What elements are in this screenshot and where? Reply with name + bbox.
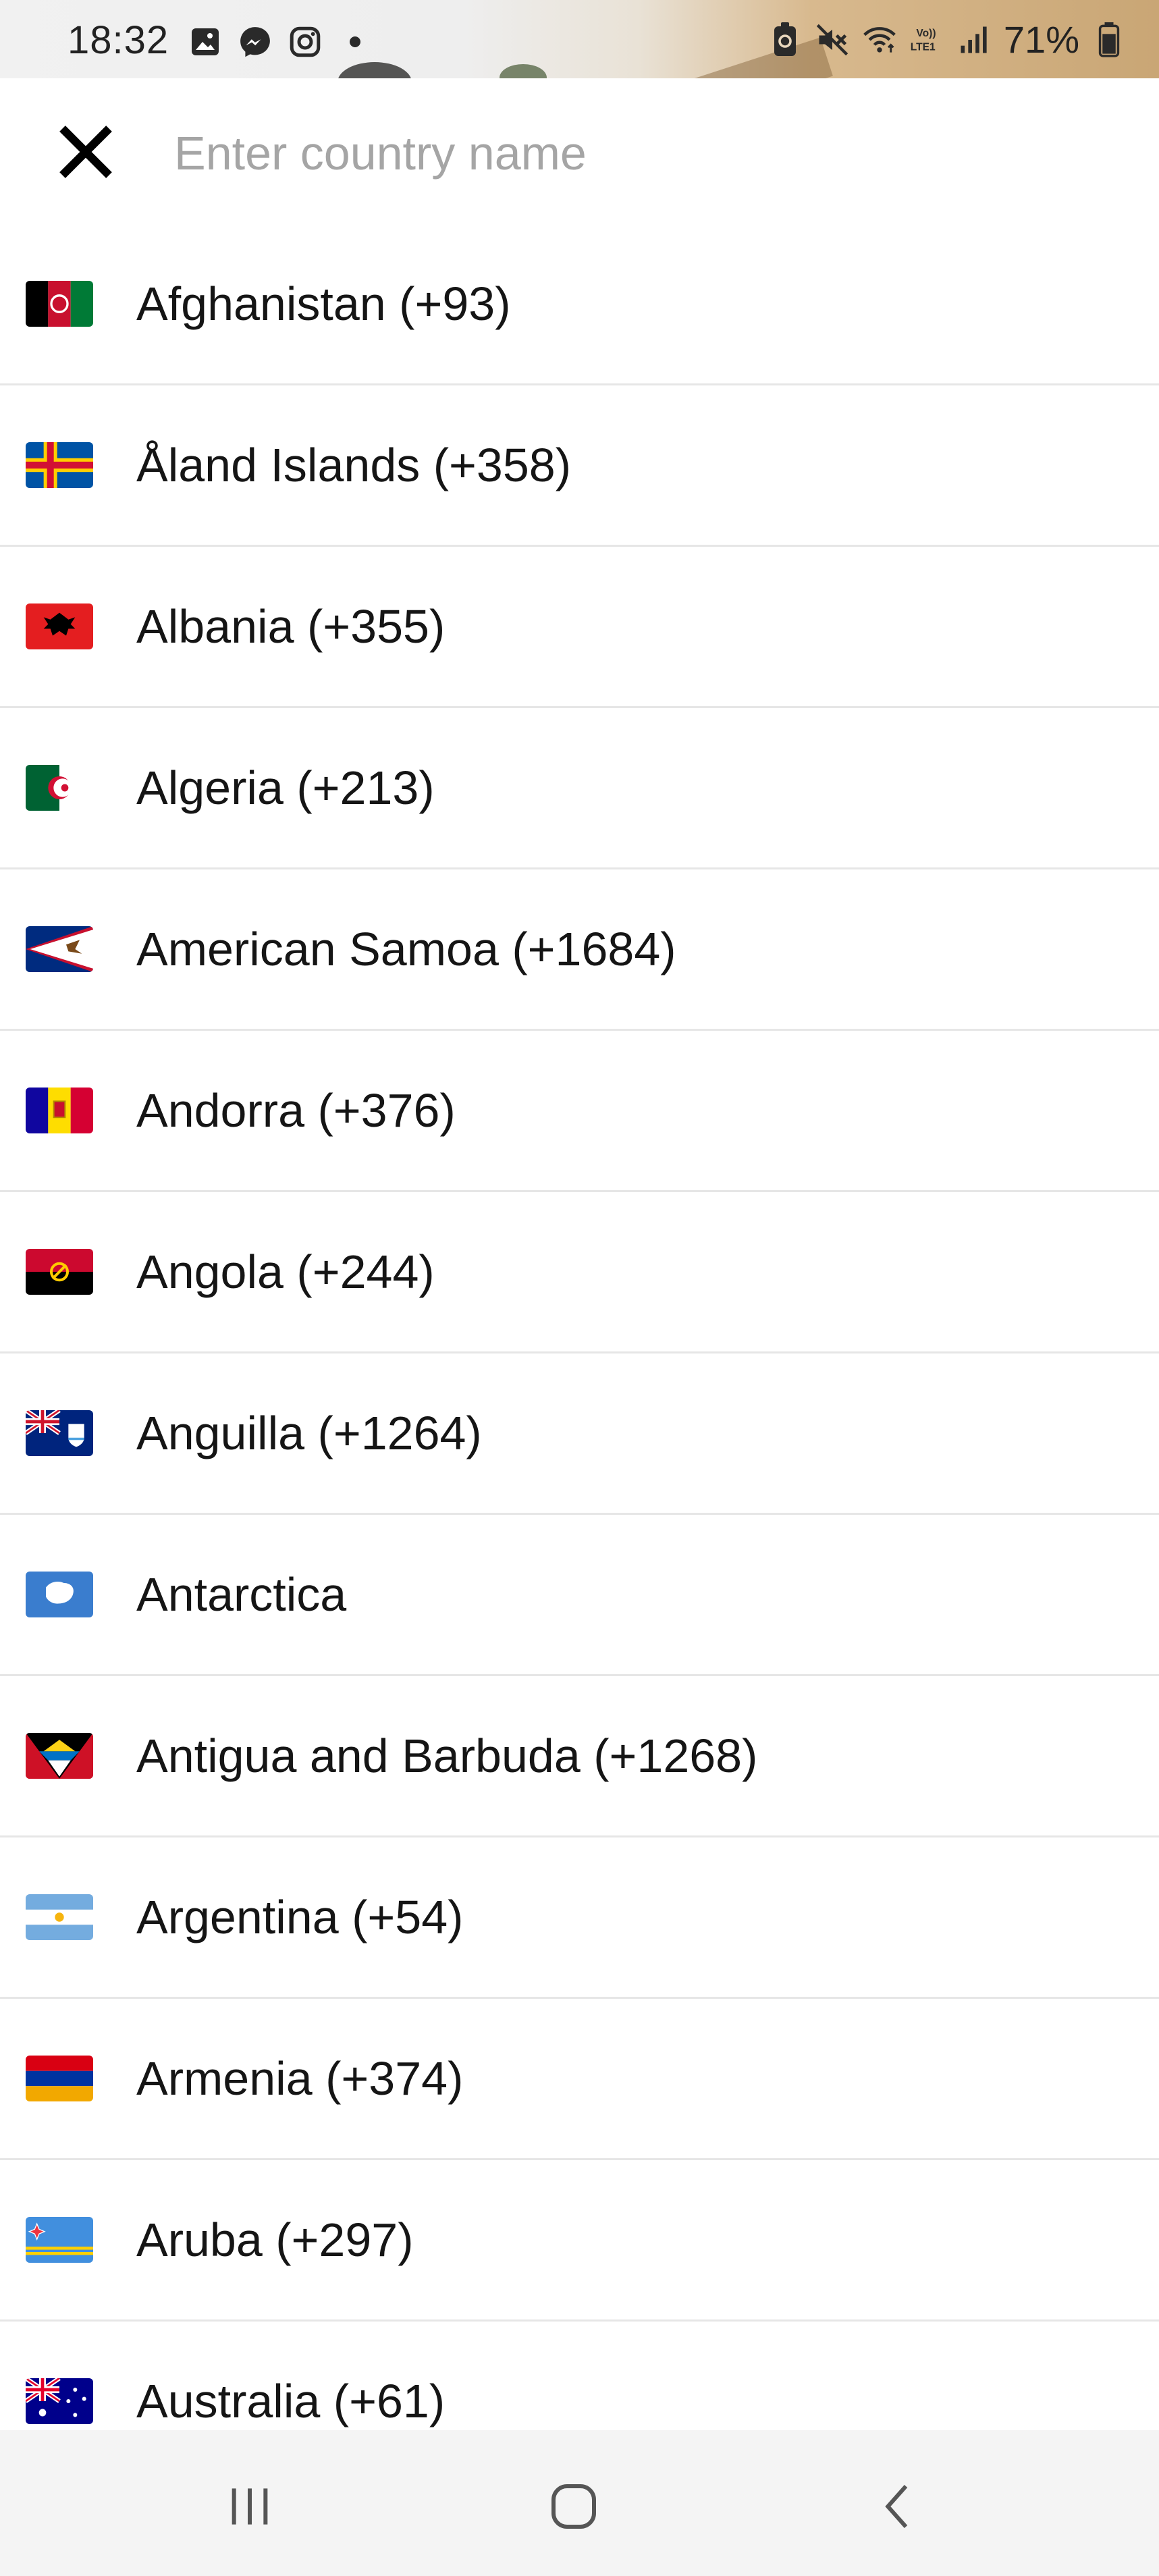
flag-aruba-icon — [26, 2217, 93, 2263]
country-row[interactable]: Åland Islands (+358) — [0, 385, 1159, 547]
country-label: American Samoa (+1684) — [136, 923, 676, 975]
flag-antigua-and-barbuda-icon — [26, 1733, 93, 1779]
svg-text:LTE1: LTE1 — [911, 41, 936, 53]
country-list: Afghanistan (+93) Åland Islands (+358) A… — [0, 224, 1159, 2430]
close-button[interactable] — [49, 115, 123, 189]
country-label: Aruba (+297) — [136, 2213, 414, 2266]
flag-anguilla-icon — [26, 1410, 93, 1456]
flag-albania-icon — [26, 603, 93, 649]
wallpaper-decoration — [338, 62, 412, 78]
flag-australia-icon — [26, 2378, 93, 2424]
volte-icon: Vo)) LTE1 — [909, 22, 944, 57]
recent-apps-button[interactable] — [203, 2469, 297, 2544]
flag-algeria-icon — [26, 765, 93, 811]
country-row[interactable]: Albania (+355) — [0, 547, 1159, 708]
flag-american-samoa-icon — [26, 926, 93, 972]
country-row[interactable]: Afghanistan (+93) — [0, 224, 1159, 385]
close-icon — [59, 126, 112, 178]
country-search-input[interactable] — [173, 119, 1107, 188]
signal-icon — [956, 22, 992, 57]
country-label: Anguilla (+1264) — [136, 1407, 482, 1459]
battery-saver-icon — [767, 22, 803, 57]
flag-angola-icon — [26, 1249, 93, 1295]
country-row[interactable]: Antarctica — [0, 1515, 1159, 1676]
svg-text:Vo)): Vo)) — [916, 27, 936, 38]
country-label: Albania (+355) — [136, 600, 446, 653]
country-label: Afghanistan (+93) — [136, 277, 511, 330]
country-row[interactable]: Armenia (+374) — [0, 1999, 1159, 2160]
country-row[interactable]: Andorra (+376) — [0, 1031, 1159, 1192]
mute-icon — [815, 22, 850, 57]
notification-icons — [188, 24, 373, 59]
country-row[interactable]: Argentina (+54) — [0, 1837, 1159, 1999]
country-label: Angola (+244) — [136, 1245, 435, 1298]
country-row[interactable]: Algeria (+213) — [0, 708, 1159, 869]
status-time: 18:32 — [68, 18, 169, 62]
country-label: Australia (+61) — [136, 2375, 446, 2427]
flag-armenia-icon — [26, 2056, 93, 2101]
country-row[interactable]: Australia (+61) — [0, 2322, 1159, 2430]
country-row[interactable]: American Samoa (+1684) — [0, 869, 1159, 1031]
country-row[interactable]: Antigua and Barbuda (+1268) — [0, 1676, 1159, 1837]
country-row[interactable]: Angola (+244) — [0, 1192, 1159, 1353]
flag-antarctica-icon — [26, 1572, 93, 1617]
status-bar: 18:32 Vo)) LTE1 71% — [0, 0, 1159, 78]
battery-percent: 71% — [1003, 18, 1079, 61]
back-button[interactable] — [852, 2469, 946, 2544]
country-label: Antarctica — [136, 1568, 347, 1621]
wallpaper-decoration — [500, 64, 547, 78]
back-icon — [885, 2485, 908, 2528]
wifi-icon — [862, 22, 897, 57]
dot-icon — [338, 24, 373, 59]
system-icons: Vo)) LTE1 71% — [767, 18, 1127, 61]
battery-icon — [1091, 22, 1127, 57]
home-icon — [551, 2484, 596, 2529]
flag-afghanistan-icon — [26, 281, 93, 327]
flag-aland-islands-icon — [26, 442, 93, 488]
country-label: Andorra (+376) — [136, 1084, 456, 1137]
country-label: Argentina (+54) — [136, 1891, 464, 1943]
country-label: Algeria (+213) — [136, 761, 435, 814]
country-row[interactable]: Aruba (+297) — [0, 2160, 1159, 2322]
home-button[interactable] — [527, 2469, 621, 2544]
flag-andorra-icon — [26, 1088, 93, 1133]
country-row[interactable]: Anguilla (+1264) — [0, 1353, 1159, 1515]
navigation-bar — [0, 2430, 1159, 2576]
country-label: Åland Islands (+358) — [136, 439, 572, 491]
country-label: Armenia (+374) — [136, 2052, 464, 2105]
country-label: Antigua and Barbuda (+1268) — [136, 1729, 758, 1782]
flag-argentina-icon — [26, 1894, 93, 1940]
recent-apps-icon — [232, 2488, 268, 2525]
messenger-icon — [238, 24, 273, 59]
gallery-icon — [188, 24, 223, 59]
instagram-icon — [288, 24, 323, 59]
